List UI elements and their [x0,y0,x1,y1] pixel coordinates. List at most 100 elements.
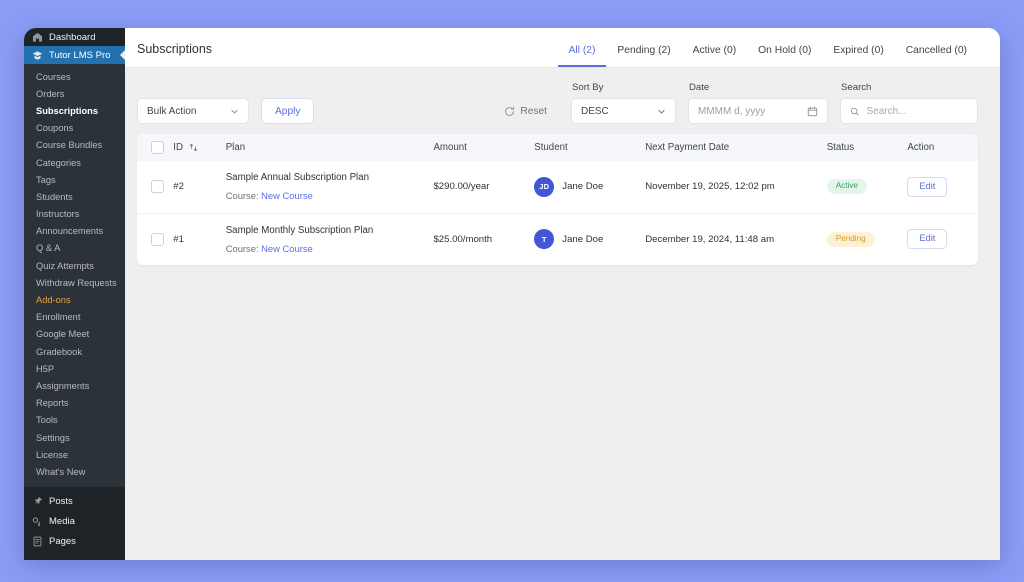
student-name: Jane Doe [562,181,604,193]
tutor-graduation-icon [32,50,43,61]
cell-student: JD Jane Doe [534,161,645,213]
tutor-lms-submenu: Courses Orders Subscriptions Coupons Course … [24,64,125,487]
th-id[interactable]: ID [173,134,226,161]
table-body: #2 Sample Annual Subscription Plan Course:… [137,161,978,265]
sidebar-item-settings[interactable]: Settings [24,429,125,446]
chevron-down-icon [658,109,665,113]
sidebar-item-announcements[interactable]: Announcements [24,223,125,240]
plan-title: Sample Monthly Subscription Plan [225,224,374,236]
tab-active-0[interactable]: Active (0) [682,45,748,67]
sidebar-item-tools[interactable]: Tools [24,412,125,429]
sidebar-item-enrollment[interactable]: Enrollment [24,309,125,326]
sidebar-item-license[interactable]: License [24,446,125,463]
app-window: Dashboard Tutor LMS Pro Courses Orders Subs… [24,28,1000,560]
date-picker-input[interactable]: MMMM d, yyyy [688,98,828,124]
row-select-cell [137,212,174,265]
plan-course: Course: New Course [226,243,434,254]
reset-label: Reset [520,105,547,117]
table-header-row: ID Plan Amount Student Next Payment Date… [137,134,978,161]
apply-button[interactable]: Apply [261,98,315,124]
row-checkbox[interactable] [151,232,164,246]
cell-plan: Sample Annual Subscription Plan Course: N… [226,161,434,213]
sidebar-item-coupons[interactable]: Coupons [24,120,125,137]
cell-id: #2 [173,181,184,193]
cell-id: #1 [173,212,226,265]
filter-bar: Bulk Action Apply Reset Sort By DESC Dat… [125,68,1000,134]
avatar: JD [534,176,555,197]
sort-by-field: Sort By DESC [571,82,676,124]
search-icon [851,107,859,115]
sidebar-item-tags[interactable]: Tags [24,171,125,188]
tab-on-hold-0[interactable]: On Hold (0) [747,45,822,67]
search-box[interactable] [840,98,978,124]
student-name: Jane Doe [562,233,604,245]
cell-status: Active [826,161,908,213]
tab-cancelled-0[interactable]: Cancelled (0) [895,45,978,67]
status-badge: Pending [826,231,875,247]
tab-all-2[interactable]: All (2) [557,45,607,67]
sidebar-item-add-ons[interactable]: Add-ons [24,291,125,308]
date-placeholder-text: MMMM d, yyyy [698,105,766,117]
sidebar-item-reports[interactable]: Reports [24,395,125,412]
sidebar-item-dashboard[interactable]: Dashboard [24,28,125,46]
cell-action: Edit [907,212,978,265]
sidebar-item-what-s-new[interactable]: What's New [24,463,125,480]
cell-next-payment-date: November 19, 2025, 12:02 pm [645,181,775,193]
pages-icon [32,536,43,547]
sidebar-item-posts[interactable]: Posts [24,492,125,512]
sidebar-item-withdraw-requests[interactable]: Withdraw Requests [24,274,125,291]
sidebar-item-courses[interactable]: Courses [24,68,125,85]
subscriptions-table: ID Plan Amount Student Next Payment Date… [137,134,978,265]
sidebar-item-media[interactable]: Media [24,512,125,532]
table-row: #2 Sample Annual Subscription Plan Course:… [137,161,978,213]
sort-by-select[interactable]: DESC [571,98,676,124]
bulk-action-select[interactable]: Bulk Action [137,98,249,124]
media-icon [32,516,43,527]
edit-button[interactable]: Edit [907,176,948,197]
search-field: Search [840,82,978,124]
th-status: Status [826,134,908,161]
sidebar-item-gradebook[interactable]: Gradebook [24,343,125,360]
reset-button[interactable]: Reset [504,98,547,124]
sidebar-item-quiz-attempts[interactable]: Quiz Attempts [24,257,125,274]
sidebar-item-instructors[interactable]: Instructors [24,206,125,223]
cell-amount: $25.00/month [433,212,535,265]
row-select-cell [137,161,173,213]
search-input[interactable] [866,105,968,117]
sidebar-item-label: Tutor LMS Pro [49,49,111,61]
bulk-action-value: Bulk Action [147,105,197,117]
sidebar-item-students[interactable]: Students [24,188,125,205]
plan-title: Sample Annual Subscription Plan [225,172,369,184]
table-head: ID Plan Amount Student Next Payment Date… [137,134,978,161]
row-checkbox[interactable] [151,180,164,194]
edit-button[interactable]: Edit [907,229,948,250]
sidebar-item-tutor-lms-pro[interactable]: Tutor LMS Pro [24,46,125,64]
sidebar-item-q-a[interactable]: Q & A [24,240,125,257]
date-field: Date MMMM d, yyyy [688,82,828,124]
cell-amount: $290.00/year [433,181,490,193]
cell-next-payment-date: December 19, 2024, 11:48 am [645,212,827,265]
sort-by-value: DESC [581,105,609,117]
sidebar-item-pages[interactable]: Pages [24,532,125,552]
select-all-checkbox[interactable] [151,141,164,154]
sidebar-item-google-meet[interactable]: Google Meet [24,326,125,343]
tab-expired-0[interactable]: Expired (0) [822,45,894,67]
sidebar-item-subscriptions[interactable]: Subscriptions [24,102,125,119]
tab-pending-2[interactable]: Pending (2) [606,45,681,67]
sidebar-item-h5p[interactable]: H5P [24,360,125,377]
sidebar-item-orders[interactable]: Orders [24,85,125,102]
th-id-label: ID [173,142,183,153]
th-action: Action [907,134,978,161]
calendar-icon [807,106,818,116]
course-link[interactable]: New Course [261,190,313,201]
cell-plan: Sample Monthly Subscription Plan Course: … [225,212,434,265]
course-link[interactable]: New Course [261,243,313,254]
date-label: Date [689,82,710,93]
table-row: #1 Sample Monthly Subscription Plan Course… [137,212,978,265]
status-badge: Active [826,179,867,195]
sidebar-item-assignments[interactable]: Assignments [24,377,125,394]
sidebar-item-categories[interactable]: Categories [24,154,125,171]
chevron-down-icon [231,109,238,113]
sidebar-item-course-bundles[interactable]: Course Bundles [24,137,125,154]
pin-icon [32,496,43,507]
